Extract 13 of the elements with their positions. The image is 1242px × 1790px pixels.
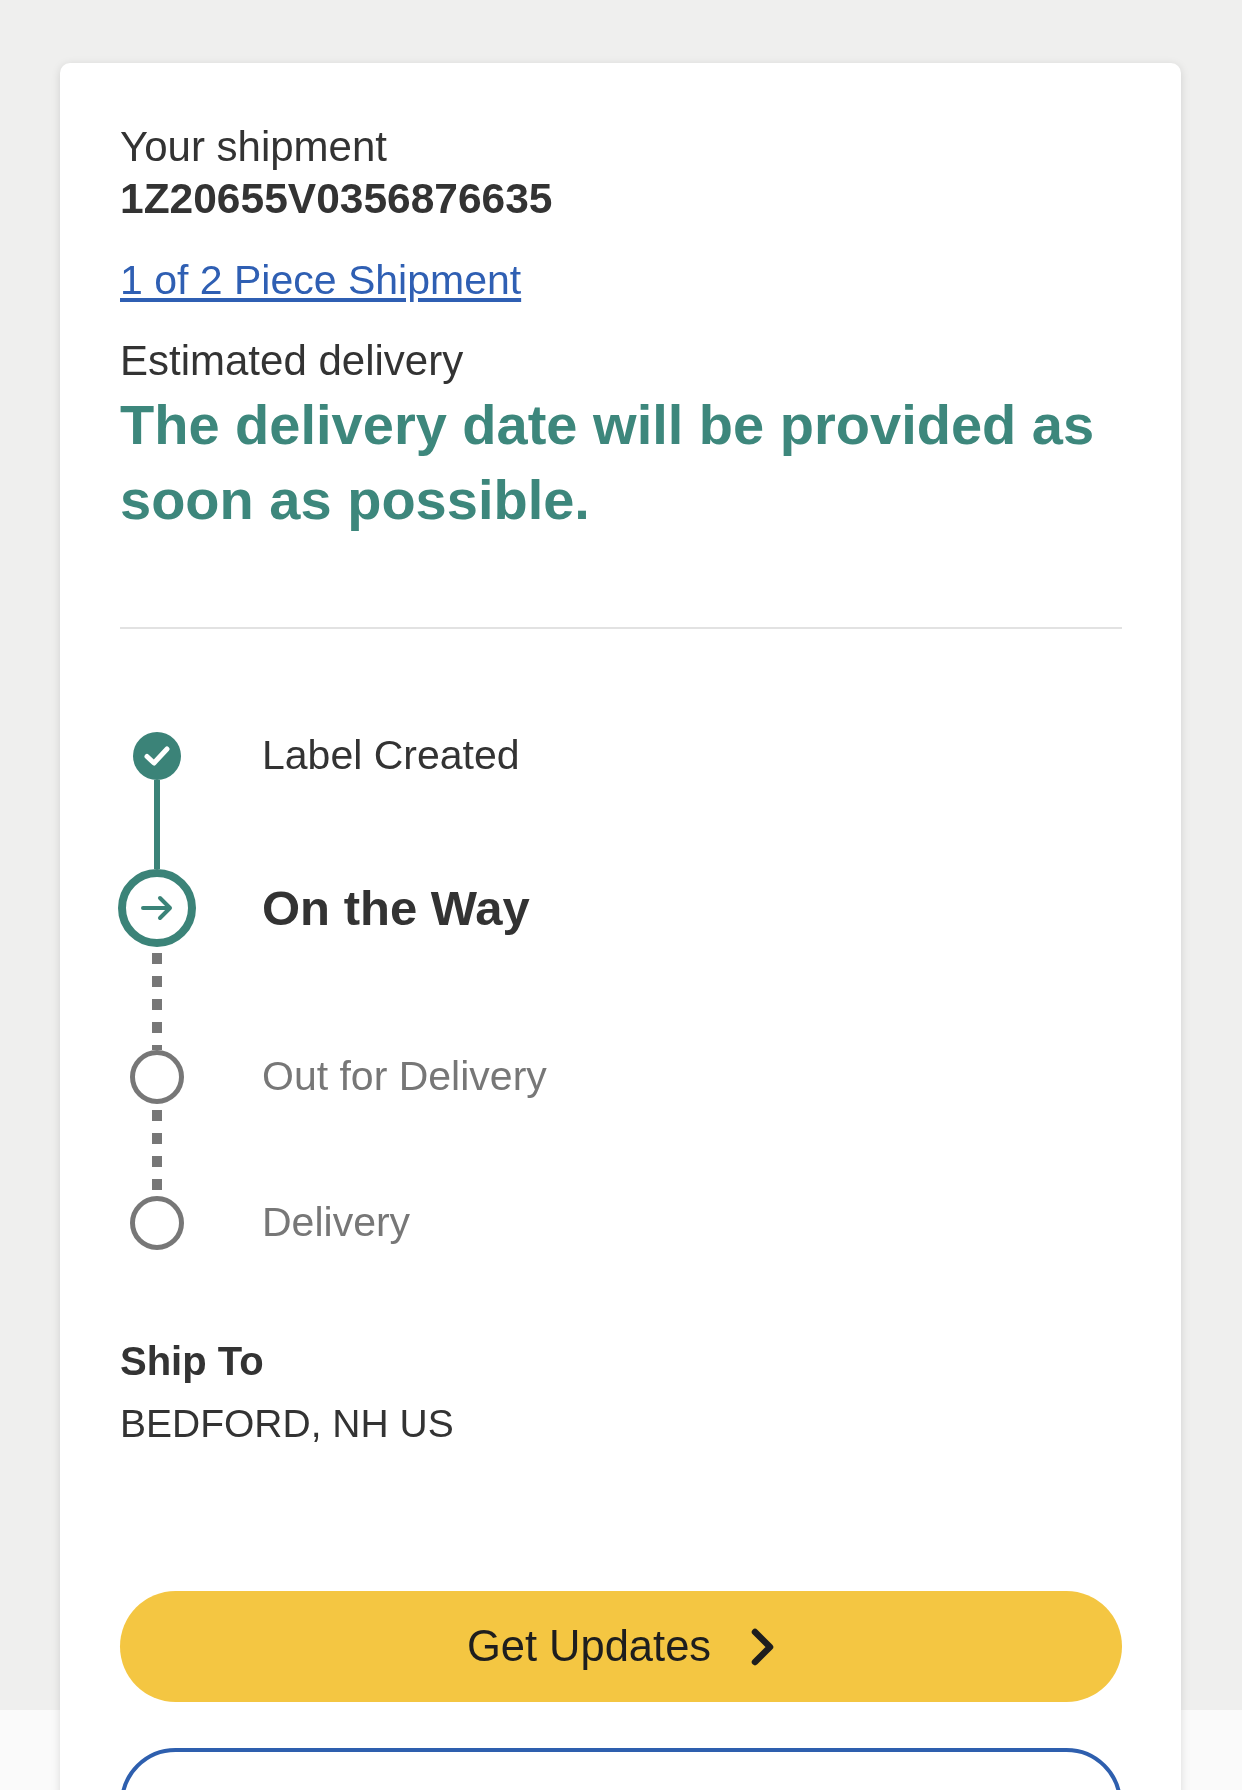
estimated-delivery-label: Estimated delivery: [120, 337, 465, 385]
progress-step-label: Label Created: [262, 731, 520, 781]
get-updates-button[interactable]: Get Updates: [120, 1591, 1122, 1702]
progress-step-label: Out for Delivery: [262, 1052, 547, 1102]
ship-to-address: BEDFORD, NH US: [120, 1401, 455, 1447]
ship-to-label: Ship To: [120, 1338, 265, 1385]
progress-step-label: Delivery: [262, 1198, 411, 1248]
piece-shipment-link[interactable]: 1 of 2 Piece Shipment: [120, 256, 522, 304]
delivery-message: The delivery date will be provided as soon as possible.: [120, 392, 1096, 533]
shipment-label: Your shipment: [120, 123, 388, 171]
chevron-right-icon: [751, 1627, 776, 1666]
progress-step-label: On the Way: [262, 879, 530, 937]
tracking-number: 1Z20655V0356876635: [120, 175, 554, 223]
